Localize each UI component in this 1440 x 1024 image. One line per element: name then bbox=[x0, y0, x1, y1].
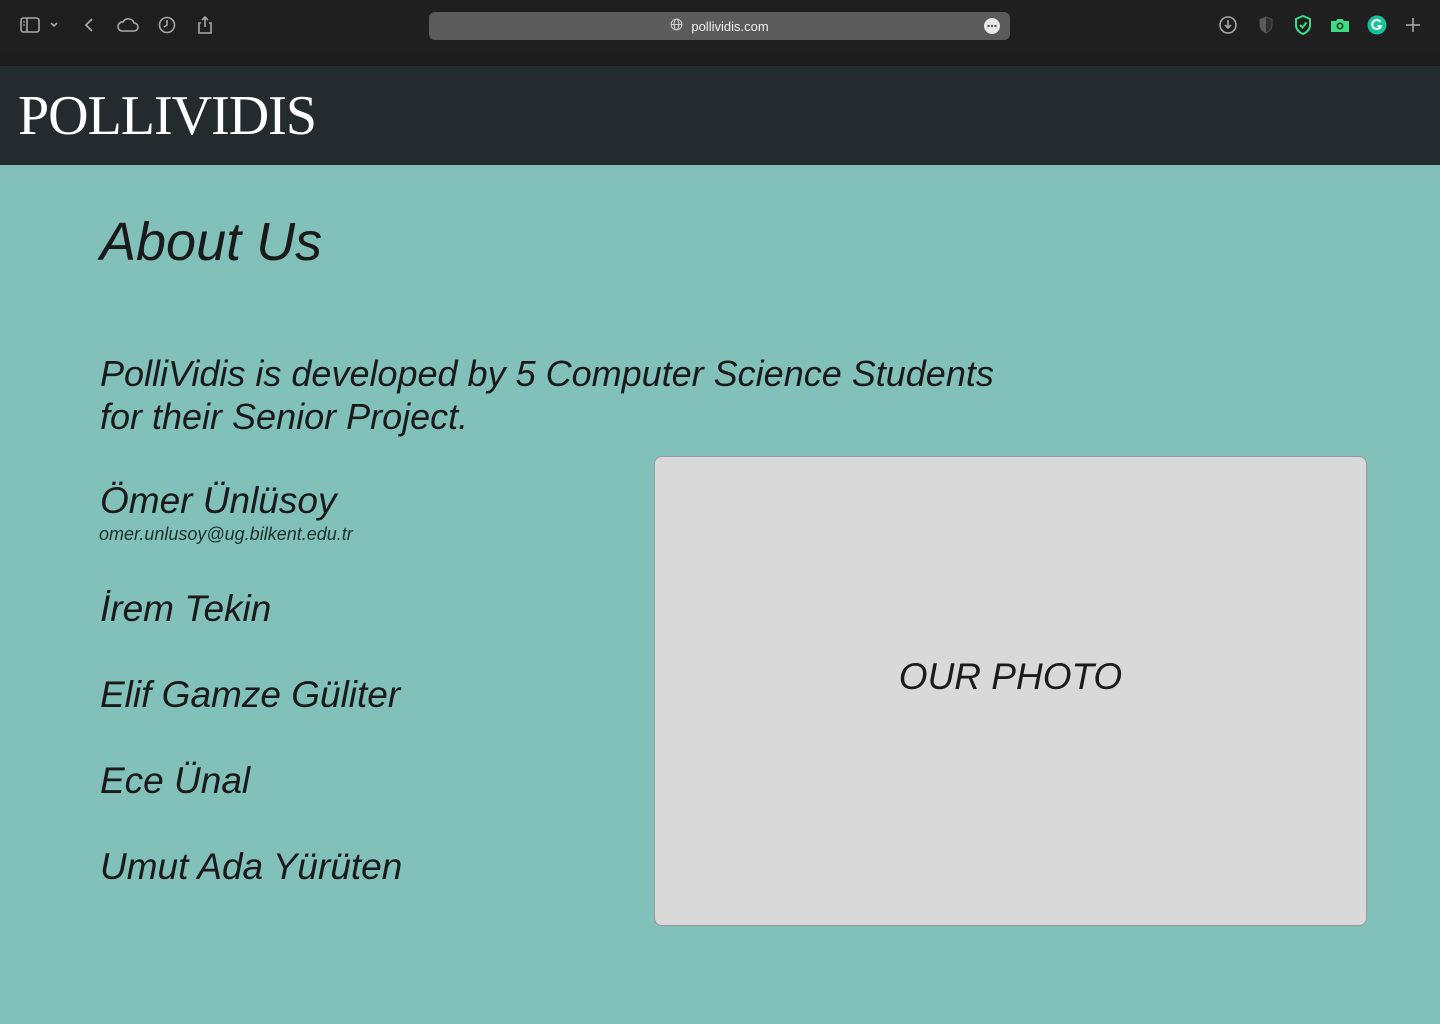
member-name: Ömer Ünlüsoy bbox=[100, 480, 337, 521]
chevron-down-icon[interactable] bbox=[47, 14, 61, 36]
member-name: Umut Ada Yürüten bbox=[100, 846, 403, 887]
member-email[interactable]: omer.unlusoy@ug.bilkent.edu.tr bbox=[99, 523, 353, 545]
intro-line-2: for their Senior Project. bbox=[100, 396, 469, 437]
history-icon[interactable] bbox=[156, 14, 178, 36]
more-icon[interactable] bbox=[984, 18, 1000, 34]
camera-icon[interactable] bbox=[1329, 14, 1351, 36]
site-logo[interactable]: POLLIVIDIS bbox=[18, 84, 317, 148]
member-name: Elif Gamze Güliter bbox=[100, 674, 401, 715]
team-photo-placeholder: OUR PHOTO bbox=[654, 456, 1367, 926]
member-name: Ece Ünal bbox=[100, 760, 251, 801]
shield-icon[interactable] bbox=[1255, 14, 1277, 36]
back-icon[interactable] bbox=[78, 14, 100, 36]
member-name: İrem Tekin bbox=[100, 588, 272, 629]
globe-icon bbox=[670, 18, 683, 34]
address-bar[interactable]: pollividis.com bbox=[429, 12, 1010, 40]
url-text: pollividis.com bbox=[691, 18, 769, 34]
browser-toolbar: pollividis.com bbox=[0, 0, 1440, 52]
intro-text: PolliVidis is developed by 5 Computer Sc… bbox=[100, 352, 1060, 438]
grammarly-icon[interactable] bbox=[1366, 14, 1388, 36]
toolbar-divider bbox=[0, 52, 1440, 66]
photo-label: OUR PHOTO bbox=[898, 656, 1123, 697]
download-icon[interactable] bbox=[1217, 14, 1239, 36]
cloud-icon[interactable] bbox=[115, 14, 141, 36]
site-header: POLLIVIDIS bbox=[0, 66, 1440, 165]
page-title: About Us bbox=[100, 212, 323, 272]
intro-line-1: PolliVidis is developed by 5 Computer Sc… bbox=[100, 353, 994, 394]
sidebar-icon[interactable] bbox=[19, 14, 41, 36]
share-icon[interactable] bbox=[194, 14, 216, 36]
shield-check-icon[interactable] bbox=[1292, 14, 1314, 36]
plus-icon[interactable] bbox=[1402, 14, 1424, 36]
